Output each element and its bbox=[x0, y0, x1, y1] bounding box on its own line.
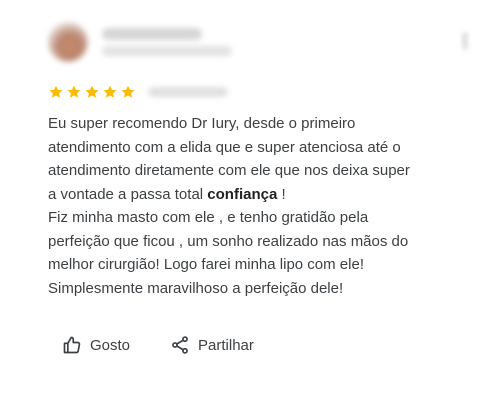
star-icon bbox=[102, 84, 118, 100]
like-label: Gosto bbox=[90, 336, 131, 354]
review-line: atendimento diretamente com ele que nos … bbox=[48, 162, 410, 179]
share-label: Partilhar bbox=[198, 336, 254, 354]
share-button[interactable]: Partilhar bbox=[170, 335, 254, 355]
review-line: Eu super recomendo Dr Iury, desde o prim… bbox=[48, 115, 356, 132]
review-text-segment: ! bbox=[277, 185, 286, 203]
star-icon bbox=[84, 84, 100, 100]
share-icon bbox=[170, 335, 190, 355]
review-date-redacted bbox=[148, 87, 228, 97]
review-bold-word: confiança bbox=[207, 185, 278, 203]
like-button[interactable]: Gosto bbox=[62, 335, 130, 355]
star-icon bbox=[120, 84, 136, 100]
review-line: atendimento com a elida que e super aten… bbox=[48, 138, 401, 156]
review-line: Simplesmente maravilhoso a perfeição del… bbox=[48, 279, 344, 297]
avatar[interactable] bbox=[48, 22, 88, 62]
more-options-icon[interactable] bbox=[462, 32, 468, 50]
reviewer-name-redacted[interactable] bbox=[102, 28, 202, 40]
review-text: Eu super recomendo Dr Iury, desde o prim… bbox=[48, 112, 468, 300]
star-rating bbox=[48, 82, 228, 102]
review-line: a vontade a passa total confiança ! bbox=[48, 183, 468, 207]
review-card: Eu super recomendo Dr Iury, desde o prim… bbox=[0, 0, 500, 400]
reviewer-header bbox=[48, 22, 468, 66]
review-line: melhor cirurgião! Logo farei minha lipo … bbox=[48, 256, 364, 273]
star-icon bbox=[66, 84, 82, 100]
reviewer-meta-redacted bbox=[102, 46, 232, 56]
star-icon bbox=[48, 84, 64, 100]
review-text-segment: a vontade a passa total bbox=[48, 185, 208, 203]
thumbs-up-icon bbox=[62, 335, 82, 355]
review-line: Fiz minha masto com ele , e tenho gratid… bbox=[48, 209, 369, 226]
review-actions: Gosto Partilhar bbox=[62, 335, 254, 355]
review-line: perfeição que ficou , um sonho realizado… bbox=[48, 232, 409, 250]
